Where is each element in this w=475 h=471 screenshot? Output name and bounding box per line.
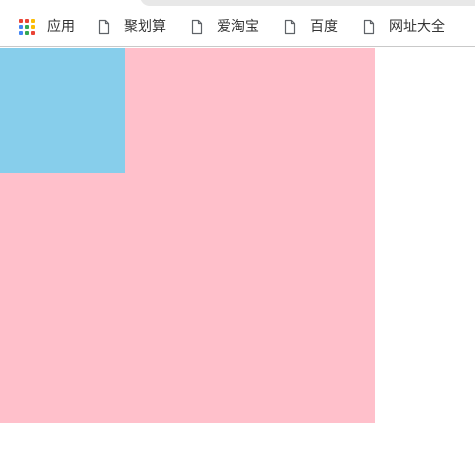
- apps-grid-dot: [25, 19, 29, 23]
- bookmark-label: 聚划算: [124, 19, 166, 35]
- apps-grid-dot: [19, 25, 23, 29]
- bookmark-juhuasuan[interactable]: 聚划算: [98, 13, 166, 41]
- bookmarks-bar: 应用 聚划算 爱淘宝 百度 网址大全: [0, 8, 475, 47]
- inner-blue-box: [0, 48, 125, 173]
- apps-grid-dot: [19, 31, 23, 35]
- outer-pink-box: [0, 48, 375, 423]
- bookmark-wangzhidaquan[interactable]: 网址大全: [363, 13, 445, 41]
- page-icon: [191, 19, 203, 35]
- bookmark-baidu[interactable]: 百度: [284, 13, 338, 41]
- bookmark-aitaobao[interactable]: 爱淘宝: [191, 13, 259, 41]
- page-icon: [98, 19, 110, 35]
- bookmark-apps[interactable]: 应用: [19, 13, 75, 41]
- page-icon: [284, 19, 296, 35]
- apps-grid-dot: [31, 31, 35, 35]
- bookmark-label: 网址大全: [389, 19, 445, 35]
- apps-grid-dot: [25, 25, 29, 29]
- bookmark-label: 爱淘宝: [217, 19, 259, 35]
- apps-grid-dot: [31, 25, 35, 29]
- apps-grid-dot: [19, 19, 23, 23]
- tab-strip-shade: [140, 0, 475, 6]
- apps-grid-icon: [19, 19, 35, 35]
- bookmark-label: 百度: [310, 19, 338, 35]
- bookmark-apps-label: 应用: [47, 19, 75, 35]
- apps-grid-dot: [31, 19, 35, 23]
- apps-grid-dot: [25, 31, 29, 35]
- page-icon: [363, 19, 375, 35]
- tab-strip-edge: [0, 0, 475, 8]
